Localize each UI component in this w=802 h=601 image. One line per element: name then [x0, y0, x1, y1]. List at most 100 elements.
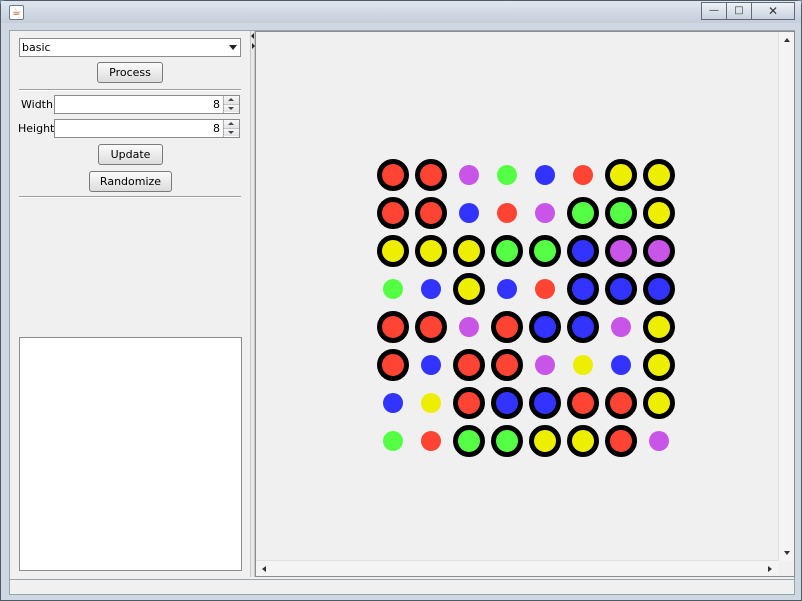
dot-green[interactable]	[497, 165, 517, 185]
dot-red-ringed[interactable]	[491, 311, 523, 343]
dot-purple[interactable]	[535, 203, 555, 223]
dot-purple-ringed[interactable]	[643, 235, 675, 267]
dot-red-ringed[interactable]	[377, 349, 409, 381]
dot-yellow-ringed[interactable]	[643, 159, 675, 191]
dot-grid	[377, 159, 681, 463]
dot-green-ringed[interactable]	[491, 235, 523, 267]
dot-purple-ringed[interactable]	[605, 235, 637, 267]
dot-green-ringed[interactable]	[529, 235, 561, 267]
close-button[interactable]: ✕	[751, 2, 795, 20]
dot-yellow-ringed[interactable]	[453, 235, 485, 267]
dot-purple[interactable]	[459, 317, 479, 337]
dot-blue-ringed[interactable]	[567, 235, 599, 267]
dot-red-ringed[interactable]	[415, 311, 447, 343]
dot-blue-ringed[interactable]	[529, 387, 561, 419]
dot-blue[interactable]	[611, 355, 631, 375]
dot-blue[interactable]	[535, 165, 555, 185]
dot-red-ringed[interactable]	[415, 197, 447, 229]
dot-yellow-ringed[interactable]	[377, 235, 409, 267]
process-button[interactable]: Process	[97, 62, 163, 83]
dot-red-ringed[interactable]	[377, 159, 409, 191]
dot-yellow-ringed[interactable]	[643, 311, 675, 343]
dot-blue[interactable]	[459, 203, 479, 223]
dot-green-ringed[interactable]	[453, 425, 485, 457]
horizontal-scrollbar[interactable]	[256, 560, 778, 576]
dot-red[interactable]	[421, 431, 441, 451]
dot-blue[interactable]	[383, 393, 403, 413]
dot-red[interactable]	[535, 279, 555, 299]
dot-blue-ringed[interactable]	[643, 273, 675, 305]
width-spinner[interactable]: 8	[54, 95, 240, 114]
mode-select-value: basic	[22, 41, 51, 54]
dot-blue-ringed[interactable]	[491, 387, 523, 419]
dot-green[interactable]	[383, 431, 403, 451]
status-bar	[10, 579, 794, 594]
dot-red-ringed[interactable]	[605, 425, 637, 457]
chevron-down-icon	[229, 45, 237, 50]
width-increment-button[interactable]	[224, 96, 239, 104]
dot-red-ringed[interactable]	[605, 387, 637, 419]
width-decrement-button[interactable]	[224, 104, 239, 112]
dot-yellow-ringed[interactable]	[453, 273, 485, 305]
dot-yellow-ringed[interactable]	[567, 425, 599, 457]
dot-yellow-ringed[interactable]	[529, 425, 561, 457]
scroll-down-icon[interactable]	[784, 551, 790, 555]
height-spinner[interactable]: 8	[54, 119, 240, 138]
dot-yellow[interactable]	[573, 355, 593, 375]
dot-green-ringed[interactable]	[605, 197, 637, 229]
dot-blue-ringed[interactable]	[567, 273, 599, 305]
dot-blue[interactable]	[497, 279, 517, 299]
width-value[interactable]: 8	[213, 96, 220, 113]
dot-yellow-ringed[interactable]	[643, 349, 675, 381]
dot-yellow-ringed[interactable]	[415, 235, 447, 267]
maximize-button[interactable]: □	[726, 2, 752, 20]
dot-red-ringed[interactable]	[453, 349, 485, 381]
separator	[19, 89, 241, 91]
dot-blue-ringed[interactable]	[529, 311, 561, 343]
dot-red-ringed[interactable]	[415, 159, 447, 191]
collapse-left-icon[interactable]	[251, 33, 254, 39]
dot-red[interactable]	[573, 165, 593, 185]
dot-purple[interactable]	[611, 317, 631, 337]
dot-red[interactable]	[497, 203, 517, 223]
dot-red-ringed[interactable]	[377, 311, 409, 343]
dot-purple[interactable]	[459, 165, 479, 185]
dot-blue[interactable]	[421, 279, 441, 299]
dot-purple[interactable]	[535, 355, 555, 375]
dot-red-ringed[interactable]	[377, 197, 409, 229]
scroll-up-icon[interactable]	[784, 38, 790, 42]
java-app-icon[interactable]: ☕	[9, 5, 24, 20]
dot-blue-ringed[interactable]	[567, 311, 599, 343]
height-decrement-button[interactable]	[224, 128, 239, 136]
dot-red-ringed[interactable]	[491, 349, 523, 381]
dot-green-ringed[interactable]	[491, 425, 523, 457]
width-label: Width	[21, 98, 53, 111]
title-bar: ☕ — □ ✕	[1, 1, 801, 23]
update-button[interactable]: Update	[98, 144, 163, 165]
minimize-button[interactable]: —	[701, 2, 727, 20]
scroll-right-icon[interactable]	[768, 566, 772, 572]
dot-green[interactable]	[383, 279, 403, 299]
dot-red-ringed[interactable]	[567, 387, 599, 419]
control-panel: basic Process Width 8 Height 8 Update Ra…	[10, 31, 250, 577]
height-increment-button[interactable]	[224, 120, 239, 128]
dot-blue-ringed[interactable]	[605, 273, 637, 305]
separator	[19, 196, 241, 198]
dot-red-ringed[interactable]	[453, 387, 485, 419]
mode-select[interactable]: basic	[19, 38, 241, 57]
dot-blue[interactable]	[421, 355, 441, 375]
dot-purple[interactable]	[649, 431, 669, 451]
dot-green-ringed[interactable]	[567, 197, 599, 229]
scroll-left-icon[interactable]	[262, 566, 266, 572]
dot-yellow[interactable]	[421, 393, 441, 413]
dot-yellow-ringed[interactable]	[643, 387, 675, 419]
output-text-area[interactable]	[19, 337, 242, 571]
randomize-button[interactable]: Randomize	[89, 171, 172, 192]
vertical-scrollbar[interactable]	[778, 32, 794, 561]
board-canvas[interactable]	[255, 31, 795, 577]
height-label: Height	[18, 122, 55, 135]
dot-yellow-ringed[interactable]	[643, 197, 675, 229]
application-window: ☕ — □ ✕ basic Process Width 8 Height 8 U…	[0, 0, 802, 601]
dot-yellow-ringed[interactable]	[605, 159, 637, 191]
height-value[interactable]: 8	[213, 120, 220, 137]
